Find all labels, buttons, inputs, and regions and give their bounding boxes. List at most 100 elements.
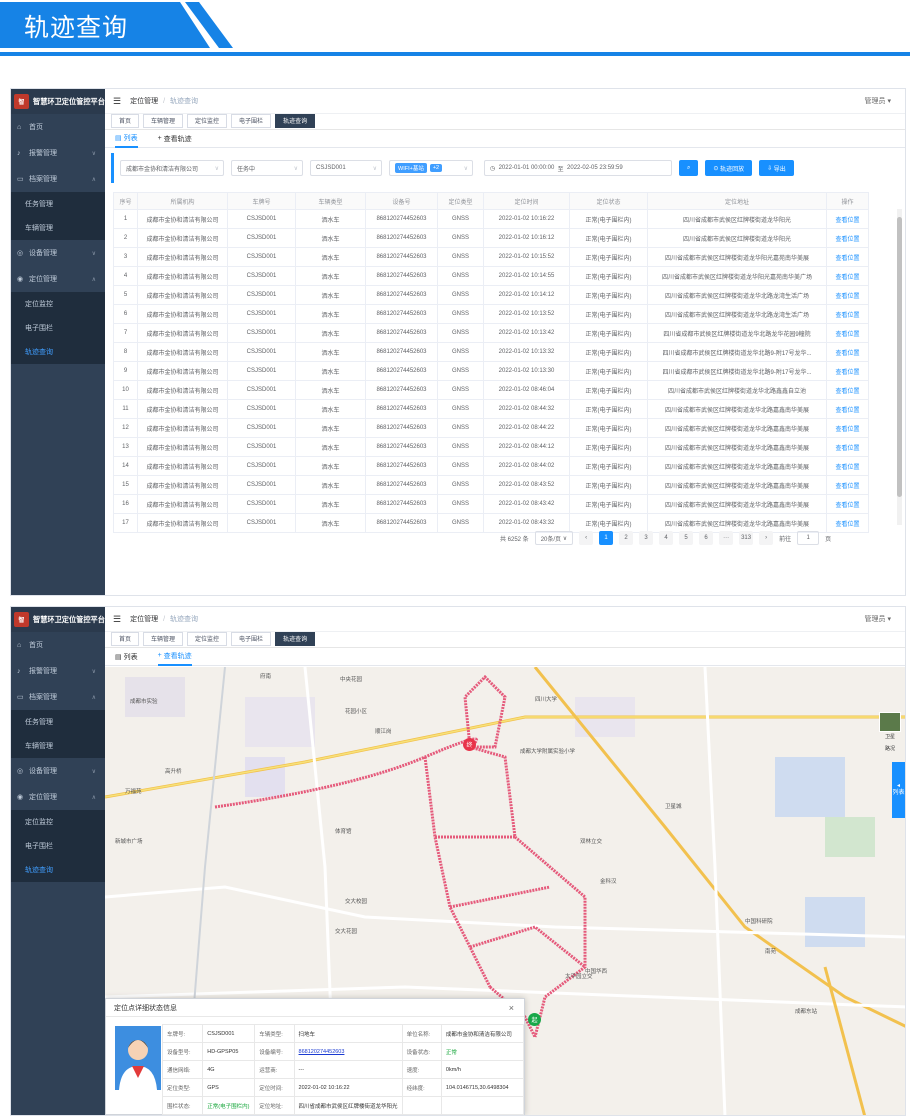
task-select[interactable]: 任务中 ∨ <box>231 160 303 176</box>
table-cell: 四川省成都市武侯区红牌楼街道龙华北路嘉鑫南华美展 <box>647 475 827 495</box>
map-canvas[interactable]: 中央花园 成都市实验 花园小区 双林立交 成都大学附属实验小学 四川大学 金科汉 中国华西 太平… <box>105 667 905 1115</box>
page-button[interactable]: 1 <box>599 531 614 545</box>
tab-monitor[interactable]: 定位监控 <box>187 632 228 646</box>
view-location-link[interactable]: 查看位置 <box>826 342 869 362</box>
sidebar-item-track[interactable]: 轨迹查询 <box>11 340 105 364</box>
export-button[interactable]: ⇩ 导出 <box>759 160 794 176</box>
breadcrumb-parent[interactable]: 定位管理 <box>130 614 158 624</box>
hamburger-icon[interactable]: ☰ <box>113 96 121 107</box>
tab-monitor[interactable]: 定位监控 <box>187 114 228 128</box>
tab-track[interactable]: 轨迹查询 <box>275 114 316 128</box>
locate-type-select[interactable]: WIFI+基站 +2 ∨ <box>389 160 473 176</box>
date-range-picker[interactable]: ◷ 2022-01-01 00:00:00 至 2022-02-05 23:59… <box>484 160 672 176</box>
page-button[interactable]: 6 <box>699 531 714 545</box>
tab-home[interactable]: 首页 <box>111 114 140 128</box>
table-scrollbar[interactable] <box>897 209 902 525</box>
goto-input[interactable]: 1 <box>797 531 820 545</box>
table-cell: 5 <box>113 285 138 305</box>
page-button[interactable]: 313 <box>739 531 754 545</box>
close-icon[interactable]: × <box>509 1003 514 1013</box>
tab-list[interactable]: ▤ 列表 <box>115 130 138 148</box>
page-button[interactable]: 2 <box>619 531 634 545</box>
view-location-link[interactable]: 查看位置 <box>826 228 869 248</box>
table-cell: 12 <box>113 418 138 438</box>
view-location-link[interactable]: 查看位置 <box>826 475 869 495</box>
track-start-marker[interactable]: 起 <box>528 1013 541 1026</box>
sidebar-item-label: 设备管理 <box>29 768 57 775</box>
plate-select[interactable]: CSJSD001 ∨ <box>310 160 382 176</box>
table-cell: 正常(电子围栏内) <box>569 228 648 248</box>
sidebar-item-vehicle[interactable]: 车辆管理 <box>11 734 105 758</box>
page-button[interactable]: 5 <box>679 531 694 545</box>
sidebar-item-location[interactable]: ◉ 定位管理 ∧ <box>11 266 105 292</box>
sidebar-item-monitor[interactable]: 定位监控 <box>11 292 105 316</box>
sidebar-item-alarm[interactable]: ♪ 报警管理 ∨ <box>11 658 105 684</box>
tab-fence[interactable]: 电子围栏 <box>231 632 272 646</box>
sidebar-item-location[interactable]: ◉ 定位管理 ∧ <box>11 784 105 810</box>
panorama-label[interactable]: 路况 <box>877 745 903 752</box>
page-size-select[interactable]: 20条/页 ∨ <box>534 531 574 545</box>
table-cell: 四川省成都市武侯区红牌楼街道龙华阳光 <box>647 209 827 229</box>
view-location-link[interactable]: 查看位置 <box>826 418 869 438</box>
track-end-marker[interactable]: 终 <box>463 738 476 751</box>
sidebar-item-task[interactable]: 任务管理 <box>11 710 105 734</box>
view-location-link[interactable]: 查看位置 <box>826 456 869 476</box>
table-cell: 洒水车 <box>295 323 366 343</box>
view-location-link[interactable]: 查看位置 <box>826 494 869 514</box>
view-location-link[interactable]: 查看位置 <box>826 361 869 381</box>
tab-fence[interactable]: 电子围栏 <box>231 114 272 128</box>
sidebar-item-archive[interactable]: ▭ 档案管理 ∧ <box>11 166 105 192</box>
view-location-link[interactable]: 查看位置 <box>826 380 869 400</box>
page-button[interactable]: 3 <box>639 531 654 545</box>
table-cell: GNSS <box>437 304 484 324</box>
tab-view-track[interactable]: + 查看轨迹 <box>158 130 192 148</box>
popup-field-value: GPS <box>202 1078 256 1097</box>
playback-button[interactable]: ⊙ 轨迹回放 <box>705 160 753 176</box>
sidebar-item-home[interactable]: ⌂ 首页 <box>11 632 105 658</box>
view-location-link[interactable]: 查看位置 <box>826 266 869 286</box>
list-toggle-button[interactable]: ◂ 列表 <box>892 762 905 818</box>
sidebar-item-fence[interactable]: 电子围栏 <box>11 834 105 858</box>
hamburger-icon[interactable]: ☰ <box>113 614 121 625</box>
satellite-label[interactable]: 卫星 <box>877 733 903 740</box>
view-location-link[interactable]: 查看位置 <box>826 285 869 305</box>
view-location-link[interactable]: 查看位置 <box>826 437 869 457</box>
scrollbar-thumb[interactable] <box>897 217 902 497</box>
sidebar-item-vehicle[interactable]: 车辆管理 <box>11 216 105 240</box>
org-select[interactable]: 成都市金协和清洁有限公司 ∨ <box>120 160 224 176</box>
sidebar-item-archive[interactable]: ▭ 档案管理 ∧ <box>11 684 105 710</box>
user-menu[interactable]: 管理员 ▾ <box>865 614 891 624</box>
tab-vehicle[interactable]: 车辆管理 <box>143 632 184 646</box>
sidebar-item-device[interactable]: ◎ 设备管理 ∨ <box>11 240 105 266</box>
tab-home[interactable]: 首页 <box>111 632 140 646</box>
breadcrumb-parent[interactable]: 定位管理 <box>130 96 158 106</box>
view-location-link[interactable]: 查看位置 <box>826 304 869 324</box>
sidebar-item-alarm[interactable]: ♪ 报警管理 ∨ <box>11 140 105 166</box>
user-menu[interactable]: 管理员 ▾ <box>865 96 891 106</box>
list-icon: ▤ <box>115 653 122 661</box>
sidebar-item-home[interactable]: ⌂ 首页 <box>11 114 105 140</box>
table-row: 14 成都市金协和清洁有限公司 CSJSD001 洒水车 868120274452603… <box>113 456 869 476</box>
tab-track[interactable]: 轨迹查询 <box>275 632 316 646</box>
sidebar-item-fence[interactable]: 电子围栏 <box>11 316 105 340</box>
prev-page-button[interactable]: ‹ <box>579 531 594 545</box>
tab-list[interactable]: ▤ 列表 <box>115 648 138 666</box>
popup-field-label: 设备编号: <box>254 1042 295 1061</box>
page-button[interactable]: 4 <box>659 531 674 545</box>
sidebar-item-monitor[interactable]: 定位监控 <box>11 810 105 834</box>
sidebar-item-task[interactable]: 任务管理 <box>11 192 105 216</box>
view-location-link[interactable]: 查看位置 <box>826 323 869 343</box>
sidebar-item-track[interactable]: 轨迹查询 <box>11 858 105 882</box>
sidebar-item-device[interactable]: ◎ 设备管理 ∨ <box>11 758 105 784</box>
popup-field-label: 设备状态: <box>401 1042 442 1061</box>
next-page-button[interactable]: › <box>759 531 774 545</box>
satellite-thumbnail[interactable] <box>879 712 901 732</box>
page-button[interactable]: ··· <box>719 531 734 545</box>
view-location-link[interactable]: 查看位置 <box>826 247 869 267</box>
search-button[interactable]: ⌕ <box>679 160 699 176</box>
tab-view-track[interactable]: + 查看轨迹 <box>157 648 192 666</box>
view-location-link[interactable]: 查看位置 <box>826 399 869 419</box>
view-location-link[interactable]: 查看位置 <box>826 209 869 229</box>
tab-vehicle[interactable]: 车辆管理 <box>143 114 184 128</box>
view-location-link[interactable]: 查看位置 <box>826 513 869 533</box>
